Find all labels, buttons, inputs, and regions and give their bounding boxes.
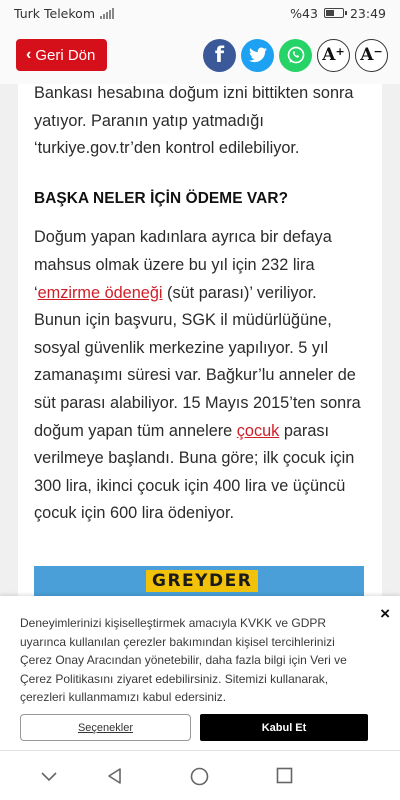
facebook-share-button[interactable]: f (203, 38, 236, 72)
article-intro: Bankası hesabına doğum izni bittikten so… (34, 84, 354, 158)
twitter-icon (248, 47, 267, 63)
whatsapp-share-button[interactable] (279, 38, 312, 72)
battery-percent: %43 (290, 5, 318, 21)
cocuk-link[interactable]: çocuk (237, 422, 280, 440)
twitter-share-button[interactable] (241, 38, 274, 72)
font-decrease-icon: A (360, 45, 374, 65)
close-icon[interactable]: × (380, 604, 390, 624)
emzirme-link[interactable]: emzirme ödeneği (38, 284, 163, 302)
plus-icon: + (335, 44, 345, 58)
paragraph-text: (süt parası)’ veriliyor. Bunun için başv… (34, 283, 361, 440)
clock: 23:49 (349, 5, 386, 21)
cookie-consent-banner: × Deneyimlerinizi kişiselleştirmek amacı… (0, 596, 400, 750)
carrier-group: Turk Telekom (14, 6, 114, 21)
back-button[interactable]: ‹ Geri Dön (16, 39, 108, 71)
whatsapp-icon (287, 46, 304, 64)
font-increase-button[interactable]: A + (317, 38, 350, 72)
carrier-name: Turk Telekom (14, 5, 95, 21)
cookie-consent-text: Deneyimlerinizi kişiselleştirmek amacıyl… (20, 616, 347, 705)
chevron-left-icon: ‹ (26, 46, 32, 63)
minus-icon: − (373, 44, 383, 58)
recents-square-icon[interactable] (276, 767, 293, 784)
cookie-accept-button[interactable]: Kabul Et (200, 714, 368, 741)
back-button-label: Geri Dön (35, 46, 96, 64)
article-body: Bankası hesabına doğum izni bittikten so… (34, 80, 364, 528)
back-triangle-icon[interactable] (106, 767, 124, 785)
article-paragraph: Doğum yapan kadınlara ayrıca bir defaya … (34, 224, 364, 528)
cookie-options-button[interactable]: Seçenekler (20, 714, 191, 741)
status-bar: Turk Telekom %43 23:49 (0, 0, 400, 26)
chevron-down-icon[interactable] (40, 767, 58, 785)
font-increase-icon: A (322, 45, 336, 65)
font-decrease-button[interactable]: A − (355, 38, 388, 72)
battery-icon (323, 8, 347, 18)
share-bar: f A + A − (203, 38, 388, 72)
facebook-icon: f (214, 43, 225, 67)
system-navigation-bar (0, 750, 400, 800)
home-circle-icon[interactable] (190, 767, 209, 786)
section-heading: BAŞKA NELER İÇİN ÖDEME VAR? (34, 189, 289, 207)
signal-icon (100, 7, 114, 19)
ad-brand-label: GREYDER (146, 570, 259, 592)
top-bar: ‹ Geri Dön f A + A − (0, 26, 400, 84)
